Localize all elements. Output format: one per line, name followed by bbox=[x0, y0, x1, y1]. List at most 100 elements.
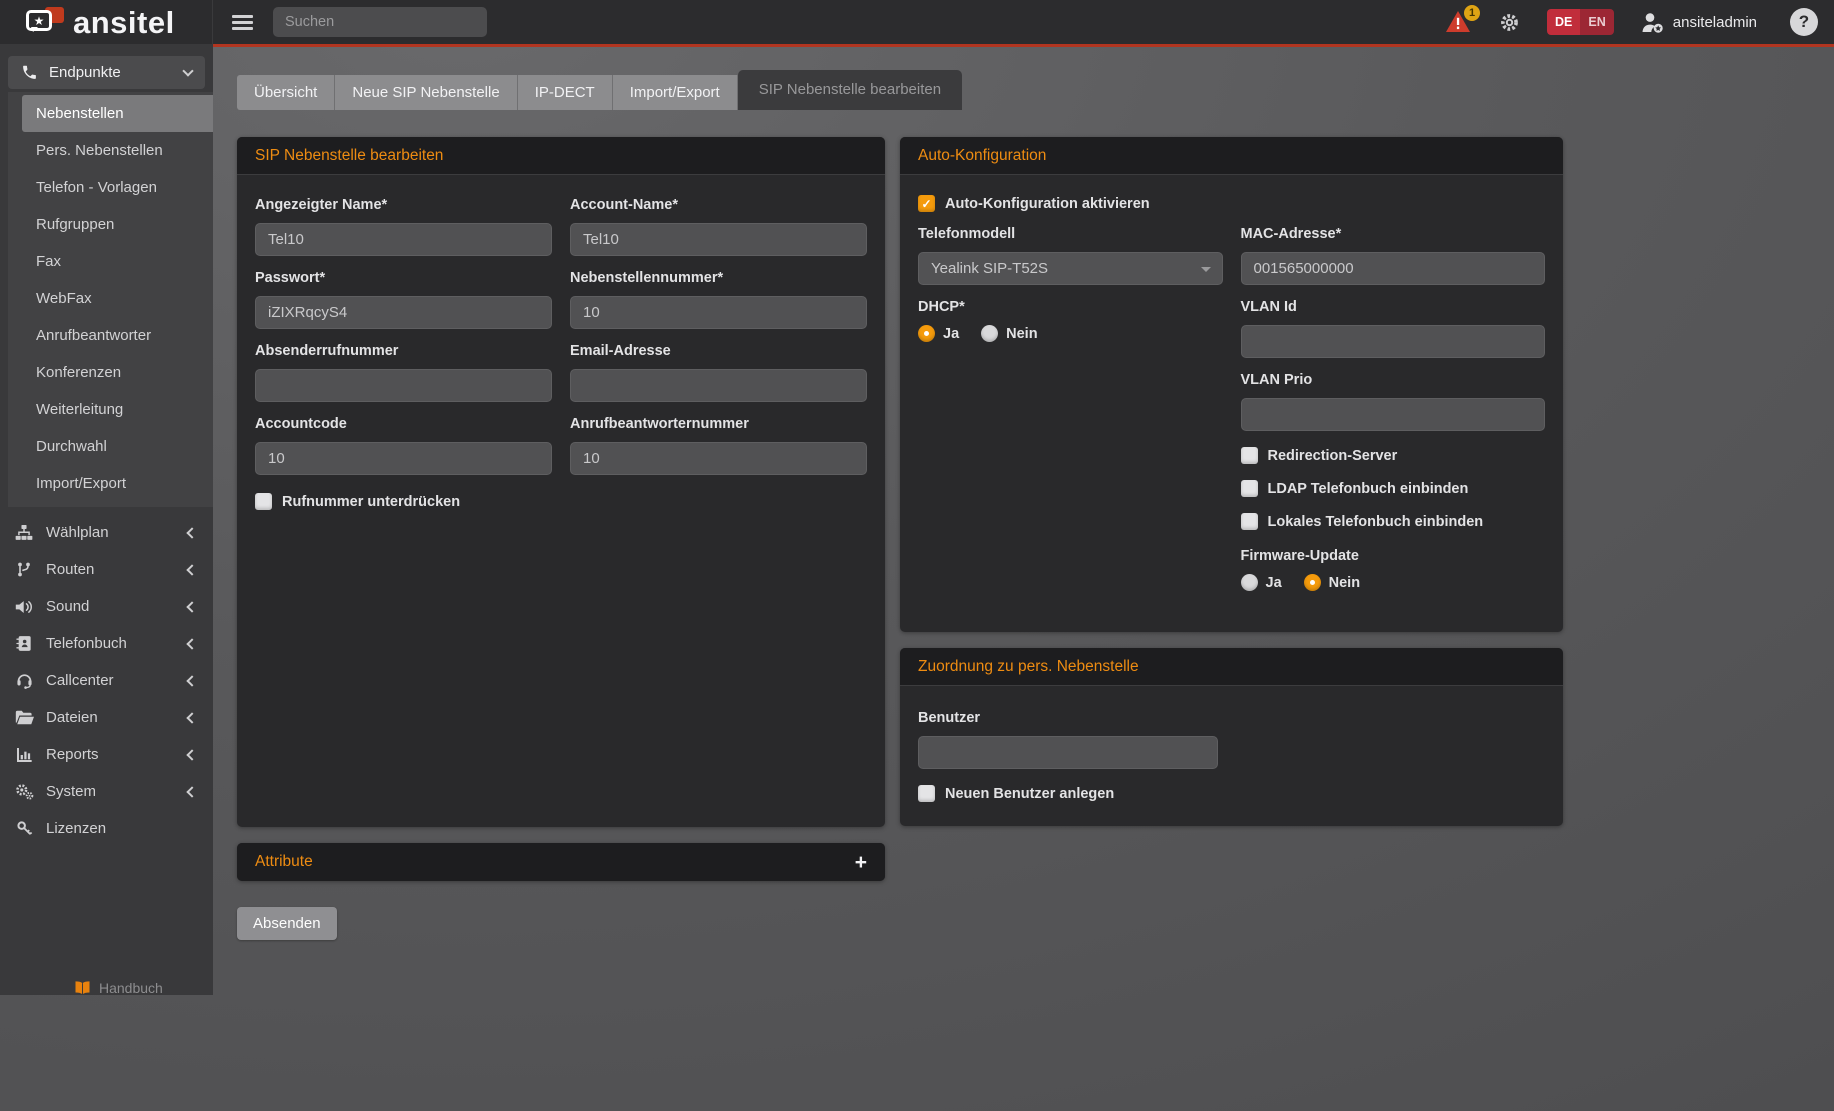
vlan-id-field[interactable] bbox=[1241, 325, 1546, 358]
angezeigter-name-field[interactable] bbox=[255, 223, 552, 256]
tab-neue-sip-nebenstelle[interactable]: Neue SIP Nebenstelle bbox=[335, 75, 517, 110]
menu-toggle-icon[interactable] bbox=[232, 15, 253, 30]
chat-bubble-star-icon: ★ bbox=[26, 10, 52, 31]
accountcode-label: Accountcode bbox=[255, 416, 552, 432]
dhcp-ja-radio[interactable]: Ja bbox=[918, 325, 959, 342]
sidebar-item-sound[interactable]: Sound bbox=[0, 588, 213, 625]
benutzer-field[interactable] bbox=[918, 736, 1218, 769]
topbar-right: 1 DE EN ansiteladmin ? bbox=[1446, 8, 1834, 36]
sidebar-item-nebenstellen[interactable]: Nebenstellen bbox=[22, 95, 213, 132]
rufnummer-unterdruecken-checkbox[interactable] bbox=[255, 493, 272, 510]
auto-konfiguration-panel-body: ✓ Auto-Konfiguration aktivieren Telefonm… bbox=[900, 175, 1563, 609]
sidebar-item-label: Sound bbox=[46, 598, 89, 615]
alerts-count-badge: 1 bbox=[1464, 5, 1480, 21]
absenderrufnummer-field[interactable] bbox=[255, 369, 552, 402]
sidebar-item-label: Callcenter bbox=[46, 672, 114, 689]
zuordnung-panel: Zuordnung zu pers. Nebenstelle Benutzer … bbox=[900, 648, 1563, 826]
neuen-benutzer-anlegen-checkbox[interactable] bbox=[918, 785, 935, 802]
sidebar-item-label: Routen bbox=[46, 561, 94, 578]
brand-logo[interactable]: ★ ansitel bbox=[0, 0, 213, 44]
endpunkte-submenu: Nebenstellen Pers. Nebenstellen Telefon … bbox=[8, 92, 213, 507]
sidebar-item-label: Endpunkte bbox=[49, 64, 121, 81]
language-en-button[interactable]: EN bbox=[1580, 9, 1613, 35]
tab-import-export[interactable]: Import/Export bbox=[613, 75, 738, 110]
folder-open-icon bbox=[14, 710, 34, 725]
account-name-label: Account-Name* bbox=[570, 197, 867, 213]
add-attribute-button[interactable]: + bbox=[855, 852, 867, 873]
sidebar-item-telefon-vorlagen[interactable]: Telefon - Vorlagen bbox=[8, 169, 213, 206]
firmware-nein-radio[interactable]: Nein bbox=[1304, 574, 1360, 591]
tab-sip-nebenstelle-bearbeiten[interactable]: SIP Nebenstelle bearbeiten bbox=[738, 70, 962, 110]
sidebar-item-dateien[interactable]: Dateien bbox=[0, 699, 213, 736]
panel-title: Auto-Konfiguration bbox=[918, 147, 1046, 165]
chevron-down-icon bbox=[182, 65, 193, 76]
sidebar-item-fax[interactable]: Fax bbox=[8, 243, 213, 280]
zuordnung-panel-header: Zuordnung zu pers. Nebenstelle bbox=[900, 648, 1563, 686]
search-input[interactable] bbox=[273, 7, 487, 37]
key-icon bbox=[14, 820, 34, 837]
passwort-field[interactable] bbox=[255, 296, 552, 329]
ldap-telefonbuch-checkbox[interactable] bbox=[1241, 480, 1258, 497]
firmware-ja-radio[interactable]: Ja bbox=[1241, 574, 1282, 591]
auto-konfiguration-panel: Auto-Konfiguration ✓ Auto-Konfiguration … bbox=[900, 137, 1563, 632]
settings-button[interactable] bbox=[1499, 12, 1520, 33]
dhcp-label: DHCP* bbox=[918, 299, 1223, 315]
chevron-left-icon bbox=[186, 564, 197, 575]
radio-icon bbox=[1304, 574, 1321, 591]
accountcode-field[interactable] bbox=[255, 442, 552, 475]
anrufbeantworternummer-field[interactable] bbox=[570, 442, 867, 475]
sidebar-item-endpunkte[interactable]: Endpunkte bbox=[8, 56, 205, 89]
chevron-left-icon bbox=[186, 527, 197, 538]
mac-adresse-field[interactable] bbox=[1241, 252, 1546, 285]
sidebar-item-handbuch[interactable]: Handbuch bbox=[74, 980, 163, 995]
redirection-server-checkbox[interactable] bbox=[1241, 447, 1258, 464]
sidebar-item-routen[interactable]: Routen bbox=[0, 551, 213, 588]
sidebar-item-reports[interactable]: Reports bbox=[0, 736, 213, 773]
email-adresse-field[interactable] bbox=[570, 369, 867, 402]
sidebar-item-label: Handbuch bbox=[99, 980, 163, 995]
sidebar-item-waehlplan[interactable]: Wählplan bbox=[0, 514, 213, 551]
sidebar-item-rufgruppen[interactable]: Rufgruppen bbox=[8, 206, 213, 243]
question-mark-icon: ? bbox=[1799, 12, 1809, 32]
brand-name: ansitel bbox=[73, 7, 175, 38]
help-button[interactable]: ? bbox=[1790, 8, 1818, 36]
sidebar-item-telefonbuch[interactable]: Telefonbuch bbox=[0, 625, 213, 662]
sidebar-item-anrufbeantworter[interactable]: Anrufbeantworter bbox=[8, 317, 213, 354]
rufnummer-unterdruecken-label: Rufnummer unterdrücken bbox=[282, 494, 460, 510]
alerts-button[interactable]: 1 bbox=[1446, 11, 1472, 33]
auto-konfiguration-aktivieren-checkbox[interactable]: ✓ bbox=[918, 195, 935, 212]
nebenstellennummer-field[interactable] bbox=[570, 296, 867, 329]
sidebar-item-system[interactable]: System bbox=[0, 773, 213, 810]
dhcp-nein-radio[interactable]: Nein bbox=[981, 325, 1037, 342]
sidebar-item-webfax[interactable]: WebFax bbox=[8, 280, 213, 317]
submit-button[interactable]: Absenden bbox=[237, 907, 337, 940]
tab-ip-dect[interactable]: IP-DECT bbox=[518, 75, 613, 110]
book-icon bbox=[74, 981, 91, 995]
sidebar-item-lizenzen[interactable]: Lizenzen bbox=[0, 810, 213, 847]
sidebar-item-durchwahl[interactable]: Durchwahl bbox=[8, 428, 213, 465]
sidebar-item-konferenzen[interactable]: Konferenzen bbox=[8, 354, 213, 391]
account-name-field[interactable] bbox=[570, 223, 867, 256]
chevron-left-icon bbox=[186, 749, 197, 760]
language-de-button[interactable]: DE bbox=[1547, 9, 1580, 35]
redirection-server-label: Redirection-Server bbox=[1268, 448, 1398, 464]
sidebar-item-weiterleitung[interactable]: Weiterleitung bbox=[8, 391, 213, 428]
radio-icon bbox=[981, 325, 998, 342]
ldap-telefonbuch-label: LDAP Telefonbuch einbinden bbox=[1268, 481, 1469, 497]
firmware-update-label: Firmware-Update bbox=[1241, 548, 1546, 564]
attribute-panel: Attribute + bbox=[237, 843, 885, 881]
neuen-benutzer-anlegen-label: Neuen Benutzer anlegen bbox=[945, 786, 1114, 802]
sidebar-item-pers-nebenstellen[interactable]: Pers. Nebenstellen bbox=[8, 132, 213, 169]
sidebar-item-callcenter[interactable]: Callcenter bbox=[0, 662, 213, 699]
dhcp-ja-label: Ja bbox=[943, 326, 959, 342]
sitemap-icon bbox=[14, 525, 34, 541]
language-toggle: DE EN bbox=[1547, 9, 1614, 35]
tab-uebersicht[interactable]: Übersicht bbox=[237, 75, 335, 110]
sidebar-item-import-export[interactable]: Import/Export bbox=[8, 465, 213, 502]
user-menu[interactable]: ansiteladmin bbox=[1641, 12, 1757, 33]
telefonmodell-select[interactable]: Yealink SIP-T52S bbox=[918, 252, 1223, 285]
lokales-telefonbuch-checkbox[interactable] bbox=[1241, 513, 1258, 530]
auto-konfiguration-panel-header: Auto-Konfiguration bbox=[900, 137, 1563, 175]
vlan-prio-field[interactable] bbox=[1241, 398, 1546, 431]
sidebar-item-label: System bbox=[46, 783, 96, 800]
